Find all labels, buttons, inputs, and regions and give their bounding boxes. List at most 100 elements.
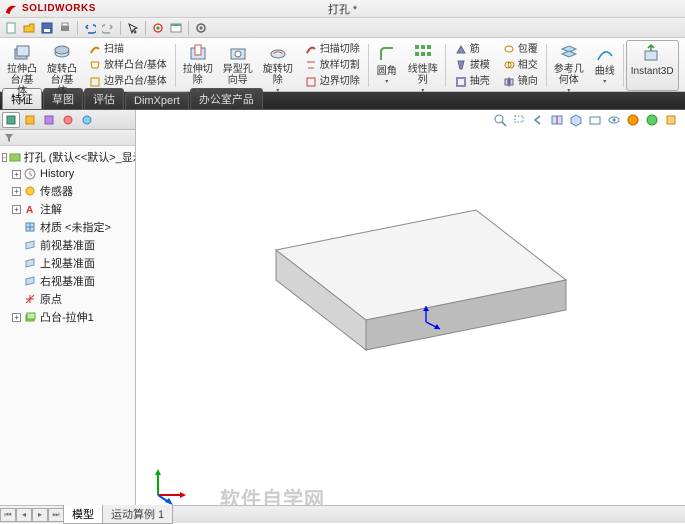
- panel-tabs: [0, 110, 135, 130]
- expand-icon[interactable]: +: [12, 205, 21, 214]
- mirror-icon: [502, 75, 516, 89]
- open-button[interactable]: [21, 20, 37, 36]
- settings-button[interactable]: [193, 20, 209, 36]
- extrude-boss-button[interactable]: 拉伸凸 台/基 体▾: [2, 40, 42, 91]
- tab-first[interactable]: ⏮: [0, 508, 16, 522]
- tree-node-annotations[interactable]: + A 注解: [0, 200, 135, 218]
- sweep-cut-icon: [304, 42, 318, 56]
- tree-node-origin[interactable]: 原点: [0, 290, 135, 308]
- feature-tree-tab[interactable]: [2, 112, 20, 128]
- tab-prev[interactable]: ◂: [16, 508, 32, 522]
- hole-wizard-icon: [227, 43, 249, 63]
- tree-node-history[interactable]: + History: [0, 166, 135, 182]
- separator: [623, 44, 624, 87]
- tree-node-top-plane[interactable]: 上视基准面: [0, 254, 135, 272]
- revolve-boss-icon: [51, 43, 73, 63]
- intersect-button[interactable]: 相交: [498, 57, 542, 73]
- tab-last[interactable]: ⏭: [48, 508, 64, 522]
- mirror-button[interactable]: 镜向: [498, 74, 542, 90]
- feature-manager-panel: - 打孔 (默认<<默认>_显示状态 + History + 传感器 + A 注…: [0, 110, 136, 523]
- tree-label: 右视基准面: [40, 273, 95, 289]
- tab-motion-study[interactable]: 运动算例 1: [102, 505, 173, 524]
- loft-button[interactable]: 放样凸台/基体: [84, 57, 171, 73]
- tree-node-extrude1[interactable]: + 凸台-拉伸1: [0, 308, 135, 326]
- title-bar: SOLIDWORKS 打孔 *: [0, 0, 685, 18]
- tab-dimxpert[interactable]: DimXpert: [125, 92, 189, 109]
- bottom-tab-bar: ⏮ ◂ ▸ ⏭ 模型 运动算例 1: [0, 505, 685, 523]
- instant3d-button[interactable]: Instant3D: [626, 40, 679, 91]
- boundary-cut-button[interactable]: 边界切除: [300, 74, 364, 90]
- ref-geometry-button[interactable]: 参考几 何体▾: [549, 40, 589, 91]
- revolve-boss-button[interactable]: 旋转凸 台/基 体▾: [42, 40, 82, 91]
- tree-root[interactable]: - 打孔 (默认<<默认>_显示状态: [0, 148, 135, 166]
- document-title: 打孔 *: [328, 1, 357, 17]
- expand-icon[interactable]: +: [12, 187, 21, 196]
- intersect-icon: [502, 58, 516, 72]
- print-button[interactable]: [57, 20, 73, 36]
- boundary-button[interactable]: 边界凸台/基体: [84, 74, 171, 90]
- sweep-button[interactable]: 扫描: [84, 41, 171, 57]
- material-icon: [23, 220, 37, 234]
- rib-icon: [454, 42, 468, 56]
- ref-geometry-icon: [558, 43, 580, 63]
- tree-label: History: [40, 168, 74, 180]
- separator: [77, 21, 78, 35]
- tree-node-material[interactable]: 材质 <未指定>: [0, 218, 135, 236]
- sensor-icon: [23, 184, 37, 198]
- draft-button[interactable]: 拔模: [450, 57, 494, 73]
- sweep-icon: [88, 42, 102, 56]
- tree-node-right-plane[interactable]: 右视基准面: [0, 272, 135, 290]
- wrap-button[interactable]: 包覆: [498, 41, 542, 57]
- dimxpert-manager-tab[interactable]: [59, 112, 77, 128]
- expand-icon[interactable]: +: [12, 170, 21, 179]
- rib-button[interactable]: 筋: [450, 41, 494, 57]
- workspace: - 打孔 (默认<<默认>_显示状态 + History + 传感器 + A 注…: [0, 110, 685, 523]
- tree-label: 注解: [40, 201, 62, 217]
- tab-office[interactable]: 办公室产品: [190, 88, 263, 109]
- redo-button[interactable]: [100, 20, 116, 36]
- new-button[interactable]: [3, 20, 19, 36]
- save-button[interactable]: [39, 20, 55, 36]
- sweep-cut-button[interactable]: 扫描切除: [300, 41, 364, 57]
- expand-icon[interactable]: -: [2, 153, 7, 162]
- separator: [175, 44, 176, 87]
- shell-button[interactable]: 抽壳: [450, 74, 494, 90]
- plane-icon: [23, 238, 37, 252]
- loft-cut-button[interactable]: 放样切割: [300, 57, 364, 73]
- linear-pattern-button[interactable]: 线性阵 列▾: [403, 40, 443, 91]
- tree-filter-bar[interactable]: [0, 130, 135, 146]
- feature-tree[interactable]: - 打孔 (默认<<默认>_显示状态 + History + 传感器 + A 注…: [0, 146, 135, 523]
- plane-icon: [23, 274, 37, 288]
- extrude-cut-button[interactable]: 拉伸切 除▾: [178, 40, 218, 91]
- tab-model[interactable]: 模型: [63, 505, 103, 524]
- display-manager-tab[interactable]: [78, 112, 96, 128]
- boss-side-group: 扫描 放样凸台/基体 边界凸台/基体: [82, 40, 173, 91]
- tree-label: 前视基准面: [40, 237, 95, 253]
- app-logo-icon: [4, 2, 18, 16]
- tree-root-label: 打孔 (默认<<默认>_显示状态: [24, 149, 135, 165]
- options-button[interactable]: [168, 20, 184, 36]
- tab-next[interactable]: ▸: [32, 508, 48, 522]
- tree-node-sensors[interactable]: + 传感器: [0, 182, 135, 200]
- graphics-viewport[interactable]: 软件自学网 WWW.RJZXW.COM: [136, 110, 685, 523]
- expand-icon[interactable]: +: [12, 313, 21, 322]
- tree-label: 材质 <未指定>: [40, 219, 111, 235]
- fillet-button[interactable]: 圆角▾: [371, 40, 403, 91]
- tree-node-front-plane[interactable]: 前视基准面: [0, 236, 135, 254]
- curves-button[interactable]: 曲线▾: [589, 40, 621, 91]
- revolve-cut-button[interactable]: 旋转切 除▾: [258, 40, 298, 91]
- history-icon: [23, 167, 37, 181]
- wrap-icon: [502, 42, 516, 56]
- boundary-cut-icon: [304, 75, 318, 89]
- tab-evaluate[interactable]: 评估: [84, 88, 124, 109]
- rebuild-button[interactable]: [150, 20, 166, 36]
- config-manager-tab[interactable]: [40, 112, 58, 128]
- separator: [368, 44, 369, 87]
- separator: [188, 21, 189, 35]
- boundary-icon: [88, 75, 102, 89]
- property-manager-tab[interactable]: [21, 112, 39, 128]
- select-button[interactable]: [125, 20, 141, 36]
- model-view[interactable]: [136, 110, 685, 523]
- undo-button[interactable]: [82, 20, 98, 36]
- hole-wizard-button[interactable]: 异型孔 向导▾: [218, 40, 258, 91]
